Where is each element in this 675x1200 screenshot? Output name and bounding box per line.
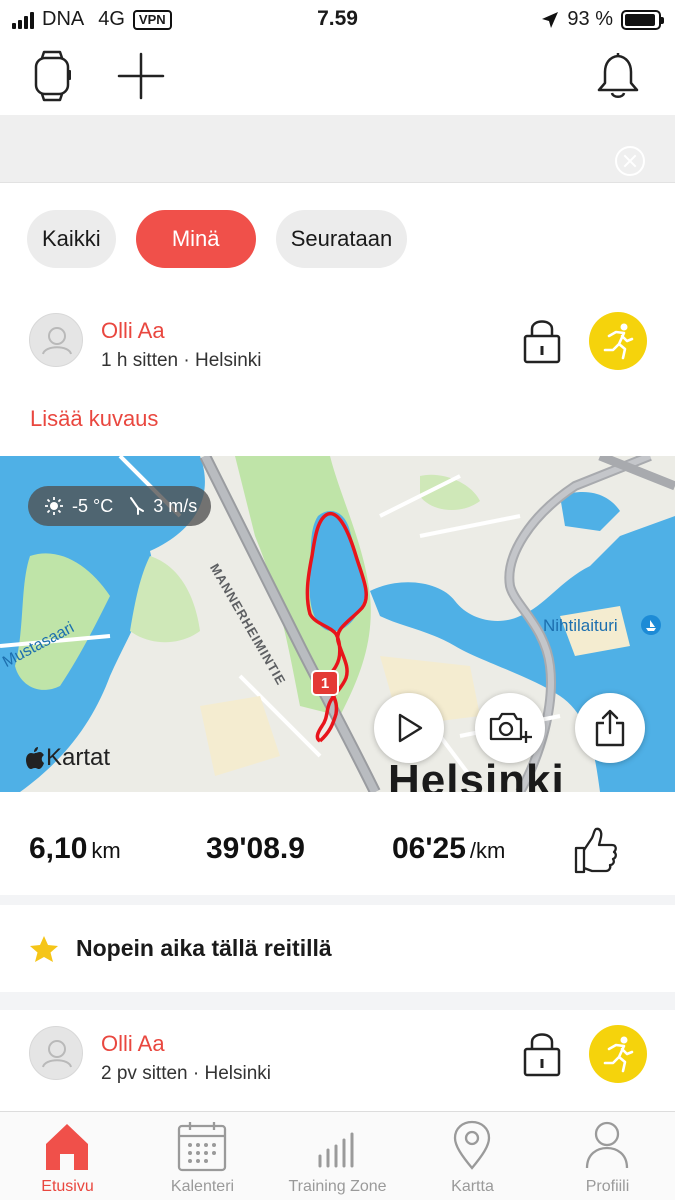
map-pin-icon bbox=[453, 1120, 491, 1170]
sport-running-badge bbox=[589, 312, 647, 370]
add-photo-button[interactable] bbox=[475, 693, 545, 763]
lock-icon[interactable] bbox=[522, 316, 562, 364]
play-route-button[interactable] bbox=[374, 693, 444, 763]
route-record-text: Nopein aika tällä reitillä bbox=[76, 935, 332, 961]
weather-temperature: -5 °C bbox=[72, 495, 114, 516]
activity-meta: 2 pv sitten · Helsinki bbox=[101, 1063, 272, 1084]
battery-fill bbox=[625, 13, 655, 26]
filter-following[interactable]: Seurataan bbox=[275, 210, 408, 268]
bar-chart-icon bbox=[318, 1132, 354, 1168]
calendar-icon bbox=[177, 1122, 227, 1172]
apple-logo-icon bbox=[26, 747, 44, 769]
add-description-link[interactable]: Lisää kuvaus bbox=[30, 406, 158, 432]
tab-label: Kartta bbox=[451, 1178, 494, 1195]
wind-icon bbox=[130, 497, 145, 515]
sun-icon bbox=[45, 497, 63, 515]
distance-value: 6,10 bbox=[29, 832, 88, 865]
pace-value: 06'25 bbox=[392, 832, 466, 865]
distance-unit: km bbox=[91, 838, 121, 863]
pace-stat: 06'25/km bbox=[392, 832, 505, 866]
feed-filter-chips: Kaikki Minä Seurataan bbox=[27, 210, 408, 268]
maps-attribution: Kartat bbox=[26, 744, 110, 772]
promo-banner bbox=[0, 115, 675, 183]
tab-home[interactable]: Etusivu bbox=[0, 1112, 135, 1200]
top-nav bbox=[0, 40, 675, 115]
watch-icon[interactable] bbox=[30, 50, 74, 102]
avatar[interactable] bbox=[29, 313, 83, 367]
play-icon bbox=[398, 713, 423, 743]
bottom-tab-bar: Etusivu Kalenteri Training Zone Kartta P… bbox=[0, 1111, 675, 1200]
filter-me[interactable]: Minä bbox=[135, 210, 256, 268]
activity-user-name[interactable]: Olli Aa bbox=[101, 318, 165, 344]
avatar[interactable] bbox=[29, 1026, 83, 1080]
tab-training-zone[interactable]: Training Zone bbox=[270, 1112, 405, 1200]
card-separator bbox=[0, 992, 675, 1010]
battery-icon bbox=[621, 9, 664, 30]
distance-stat: 6,10 km bbox=[29, 832, 121, 866]
star-icon bbox=[30, 936, 58, 962]
profile-icon bbox=[585, 1121, 629, 1169]
home-icon bbox=[46, 1124, 88, 1170]
status-bar: DNA 4G VPN 7.59 93 % bbox=[0, 0, 675, 40]
tab-label: Profiili bbox=[585, 1178, 630, 1195]
lap-marker: 1 bbox=[311, 670, 339, 696]
place-label-nihtilaituri: Nihtilaituri bbox=[543, 616, 618, 635]
user-placeholder-icon bbox=[42, 1040, 72, 1068]
battery-percent: 93 % bbox=[567, 8, 613, 30]
status-right: 93 % bbox=[541, 8, 664, 31]
tab-label: Kalenteri bbox=[170, 1178, 235, 1195]
maps-provider: Kartat bbox=[46, 744, 111, 771]
tab-label: Etusivu bbox=[41, 1178, 94, 1195]
tab-label: Training Zone bbox=[288, 1178, 387, 1195]
activity-user-name[interactable]: Olli Aa bbox=[101, 1031, 165, 1057]
weather-pill: -5 °C 3 m/s bbox=[28, 486, 212, 526]
tab-profile[interactable]: Profiili bbox=[540, 1112, 675, 1200]
sport-running-badge bbox=[589, 1025, 647, 1083]
like-thumb-icon[interactable] bbox=[572, 826, 618, 876]
duration-stat: 39'08.9 bbox=[206, 832, 305, 865]
activity-meta: 1 h sitten · Helsinki bbox=[101, 350, 262, 371]
share-icon bbox=[595, 709, 625, 747]
running-icon bbox=[603, 1036, 634, 1073]
running-icon bbox=[603, 323, 634, 360]
tab-map[interactable]: Kartta bbox=[405, 1112, 540, 1200]
section-divider bbox=[0, 895, 675, 905]
user-placeholder-icon bbox=[42, 327, 72, 355]
camera-add-icon bbox=[489, 712, 532, 743]
tab-calendar[interactable]: Kalenteri bbox=[135, 1112, 270, 1200]
notification-bell-icon[interactable] bbox=[596, 50, 640, 100]
route-record-row[interactable]: Nopein aika tällä reitillä bbox=[0, 905, 675, 992]
route-map[interactable]: -5 °C 3 m/s MANNERHEIMINTIE Mustasaari N… bbox=[0, 456, 675, 792]
location-arrow-icon bbox=[542, 11, 559, 28]
lock-icon[interactable] bbox=[522, 1029, 562, 1077]
ferry-icon bbox=[641, 615, 661, 635]
share-button[interactable] bbox=[575, 693, 645, 763]
weather-wind: 3 m/s bbox=[153, 495, 198, 516]
filter-all[interactable]: Kaikki bbox=[27, 210, 116, 268]
add-icon[interactable] bbox=[117, 52, 165, 100]
close-icon[interactable] bbox=[615, 146, 645, 176]
pace-unit: /km bbox=[469, 838, 506, 863]
